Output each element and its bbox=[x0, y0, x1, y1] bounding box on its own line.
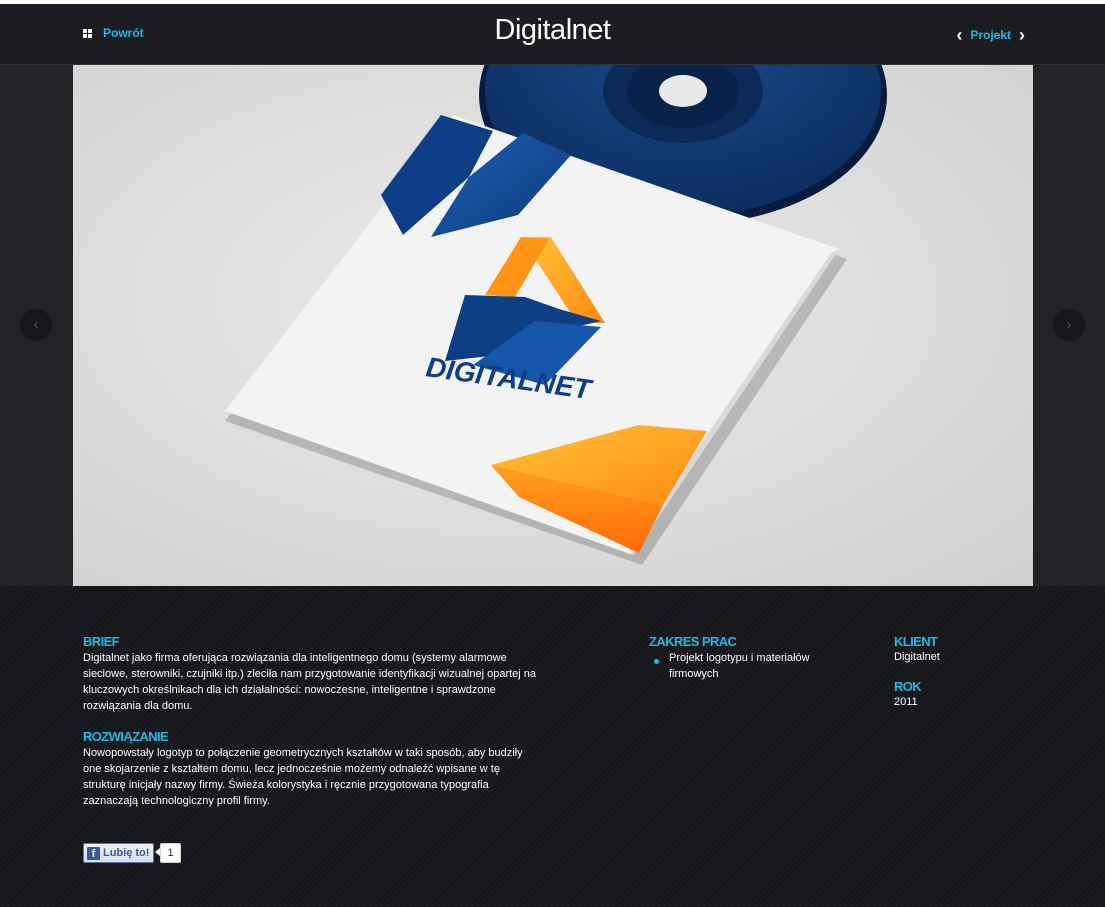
brief-heading: BRIEF bbox=[83, 634, 120, 649]
project-image: DIGITALNET bbox=[73, 65, 1033, 586]
description-column: BRIEF Digitalnet jako firma oferująca ro… bbox=[83, 634, 543, 809]
scope-heading: ZAKRES PRAC bbox=[649, 634, 737, 649]
top-bar: Powrót Digitalnet ‹ Projekt › bbox=[0, 4, 1105, 65]
project-nav-label[interactable]: Projekt bbox=[970, 28, 1011, 42]
brief-text: Digitalnet jako firma oferująca rozwiąza… bbox=[83, 652, 537, 712]
like-count: 1 bbox=[160, 843, 181, 863]
year-heading: ROK bbox=[894, 679, 922, 694]
facebook-icon: f bbox=[87, 846, 100, 860]
solution-text: Nowopowstały logotyp to połączenie geome… bbox=[83, 747, 523, 807]
list-item: Projekt logotypu i materiałów firmowych bbox=[649, 650, 849, 682]
site-title: Digitalnet bbox=[494, 14, 611, 46]
project-nav: ‹ Projekt › bbox=[956, 26, 1025, 44]
client-heading: KLIENT bbox=[894, 634, 938, 649]
like-count-bubble: 1 bbox=[155, 843, 181, 863]
next-project-icon[interactable]: › bbox=[1019, 26, 1025, 44]
gallery-prev-button[interactable]: ‹ bbox=[20, 309, 52, 341]
project-details: BRIEF Digitalnet jako firma oferująca ro… bbox=[0, 586, 1105, 907]
scope-item-label: Projekt logotypu i materiałów firmowych bbox=[669, 652, 810, 680]
scope-column: ZAKRES PRAC Projekt logotypu i materiałó… bbox=[649, 634, 849, 682]
facebook-like-widget: f Lubię to! 1 bbox=[83, 843, 181, 863]
meta-column: KLIENT Digitalnet ROK 2011 bbox=[894, 634, 1044, 710]
like-button[interactable]: f Lubię to! bbox=[83, 843, 155, 863]
chevron-left-icon: ‹ bbox=[33, 316, 39, 333]
client-value: Digitalnet bbox=[894, 651, 940, 663]
year-value: 2011 bbox=[894, 696, 918, 708]
bullet-icon bbox=[654, 659, 659, 664]
gallery-stage: ‹ DIGITALNET › bbox=[0, 65, 1105, 586]
prev-project-icon[interactable]: ‹ bbox=[956, 26, 962, 44]
solution-heading: ROZWIĄZANIE bbox=[83, 729, 169, 744]
chevron-right-icon: › bbox=[1066, 316, 1072, 333]
gallery-next-button[interactable]: › bbox=[1053, 309, 1085, 341]
like-label: Lubię to! bbox=[103, 847, 150, 859]
